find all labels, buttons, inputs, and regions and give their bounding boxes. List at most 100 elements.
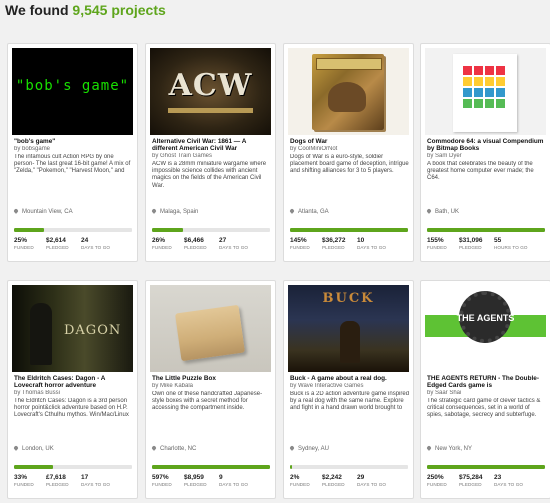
project-location[interactable]: London, UK: [13, 445, 134, 452]
project-creator[interactable]: by Wave Interactive Games: [290, 383, 410, 390]
project-stats: 155% FUNDED $31,096 PLEDGED 55 HOURS TO GO: [427, 237, 549, 257]
funding-progress-fill: [290, 228, 408, 232]
stat-funded: 155% FUNDED: [427, 237, 447, 250]
funding-progress-bar: [14, 228, 132, 232]
stat-time-left: 10 DAYS TO GO: [357, 237, 387, 250]
stat-funded: 25% FUNDED: [14, 237, 34, 250]
stat-pledged: £7,618 PLEDGED: [46, 474, 69, 487]
project-image[interactable]: BUCK: [288, 285, 409, 372]
stat-time-left: 23 DAYS TO GO: [494, 474, 524, 487]
project-creator[interactable]: by Ghost Train Games: [152, 153, 272, 160]
project-location[interactable]: Charlotte, NC: [151, 445, 272, 452]
stat-pledged: $75,284 PLEDGED: [459, 474, 483, 487]
stat-funded: 26% FUNDED: [152, 237, 172, 250]
project-card[interactable]: "bob's game" "bob's game" by bobsgame Th…: [7, 43, 138, 262]
project-creator[interactable]: by Saar Shai: [427, 390, 547, 397]
location-pin-icon: [426, 208, 432, 215]
funding-progress-bar: [152, 228, 270, 232]
project-grid: "bob's game" "bob's game" by bobsgame Th…: [0, 0, 550, 503]
project-creator[interactable]: by bobsgame: [14, 146, 134, 153]
project-stats: 26% FUNDED $6,466 PLEDGED 27 DAYS TO GO: [152, 237, 274, 257]
location-pin-icon: [289, 208, 295, 215]
project-title[interactable]: Commodore 64: a visual Compendium by Bit…: [427, 138, 547, 153]
acw-banner: [168, 108, 253, 113]
project-card[interactable]: Commodore 64: a visual Compendium by Bit…: [420, 43, 550, 262]
project-image[interactable]: [150, 285, 271, 372]
stat-time-left: 27 DAYS TO GO: [219, 237, 249, 250]
project-blurb: Buck is a 2D action adventure game inspi…: [290, 391, 410, 412]
project-image[interactable]: ACW: [150, 48, 271, 135]
project-blurb: Own one of these handcrafted Japanese-st…: [152, 391, 263, 412]
book-cover: [453, 54, 517, 132]
stat-funded: 250% FUNDED: [427, 474, 447, 487]
project-blurb: The strategic card game of clever tactic…: [427, 398, 541, 419]
stat-pledged: $2,242 PLEDGED: [322, 474, 345, 487]
stat-time-left: 17 DAYS TO GO: [81, 474, 111, 487]
funding-progress-bar: [290, 465, 408, 469]
project-image[interactable]: "bob's game": [12, 48, 133, 135]
location-pin-icon: [426, 445, 432, 452]
stat-funded: 2% FUNDED: [290, 474, 310, 487]
funding-progress-fill: [427, 228, 545, 232]
project-title[interactable]: "bob's game": [14, 138, 134, 145]
project-location[interactable]: Malaga, Spain: [151, 208, 272, 215]
funding-progress-fill: [14, 465, 53, 469]
project-blurb: The infamous cult Action RPG by one pers…: [14, 154, 131, 175]
project-card[interactable]: BUCK Buck - A game about a real dog. by …: [283, 280, 414, 499]
location-pin-icon: [289, 445, 295, 452]
project-card[interactable]: THE AGENTS THE AGENTS RETURN - The Doubl…: [420, 280, 550, 499]
project-location[interactable]: New York, NY: [426, 445, 547, 452]
stat-pledged: $36,272 PLEDGED: [322, 237, 346, 250]
project-location[interactable]: Sydney, AU: [289, 445, 410, 452]
figure-silhouette: [30, 303, 52, 365]
project-creator[interactable]: by Sam Dyer: [427, 153, 547, 160]
stat-time-left: 29 DAYS TO GO: [357, 474, 387, 487]
project-location[interactable]: Atlanta, GA: [289, 208, 410, 215]
project-image[interactable]: [288, 48, 409, 135]
location-pin-icon: [151, 445, 157, 452]
project-stats: 2% FUNDED $2,242 PLEDGED 29 DAYS TO GO: [290, 474, 412, 494]
project-title[interactable]: THE AGENTS RETURN - The Double-Edged Car…: [427, 375, 547, 390]
funding-progress-fill: [427, 465, 545, 469]
location-pin-icon: [13, 208, 19, 215]
stat-pledged: $6,466 PLEDGED: [184, 237, 207, 250]
stat-funded: 145% FUNDED: [290, 237, 310, 250]
project-card[interactable]: Dogs of War by CoolMiniOrNot Dogs of War…: [283, 43, 414, 262]
location-pin-icon: [151, 208, 157, 215]
project-title[interactable]: Buck - A game about a real dog.: [290, 375, 410, 382]
project-title[interactable]: The Eldritch Cases: Dagon - A Lovecraft …: [14, 375, 134, 390]
project-card[interactable]: ACW Alternative Civil War: 1861 — A diff…: [145, 43, 276, 262]
bobs-game-logo: "bob's game": [15, 78, 130, 94]
project-title[interactable]: Dogs of War: [290, 138, 410, 145]
project-location[interactable]: Mountain View, CA: [13, 208, 134, 215]
project-creator[interactable]: by Thomas Bussi: [14, 390, 134, 397]
project-blurb: A book that celebrates the beauty of the…: [427, 161, 534, 182]
dagon-logo: DAGON: [64, 323, 122, 338]
project-image[interactable]: THE AGENTS: [425, 285, 546, 372]
project-stats: 33% FUNDED £7,618 PLEDGED 17 DAYS TO GO: [14, 474, 136, 494]
project-blurb: The Eldritch Cases: Dagon is a 3rd perso…: [14, 398, 129, 419]
project-image[interactable]: [425, 48, 546, 135]
wooden-box: [174, 304, 246, 362]
stat-time-left: 55 HOURS TO GO: [494, 237, 528, 250]
project-blurb: ACW is a 28mm miniature wargame where im…: [152, 161, 267, 189]
project-creator[interactable]: by CoolMiniOrNot: [290, 146, 410, 153]
project-card[interactable]: The Little Puzzle Box by Mike Kabala Own…: [145, 280, 276, 499]
funding-progress-bar: [290, 228, 408, 232]
funding-progress-bar: [152, 465, 270, 469]
stat-time-left: 9 DAYS TO GO: [219, 474, 249, 487]
project-image[interactable]: DAGON: [12, 285, 133, 372]
project-creator[interactable]: by Mike Kabala: [152, 383, 272, 390]
buck-logo: BUCK: [322, 291, 375, 306]
agents-logo: THE AGENTS: [456, 313, 515, 323]
project-card[interactable]: DAGON The Eldritch Cases: Dagon - A Love…: [7, 280, 138, 499]
location-pin-icon: [13, 445, 19, 452]
stat-time-left: 24 DAYS TO GO: [81, 237, 111, 250]
funding-progress-fill: [152, 228, 183, 232]
acw-logo: ACW: [168, 68, 253, 103]
funding-progress-bar: [427, 465, 545, 469]
funding-progress-fill: [290, 465, 293, 469]
project-title[interactable]: The Little Puzzle Box: [152, 375, 272, 382]
project-location[interactable]: Bath, UK: [426, 208, 547, 215]
project-title[interactable]: Alternative Civil War: 1861 — A differen…: [152, 138, 272, 153]
